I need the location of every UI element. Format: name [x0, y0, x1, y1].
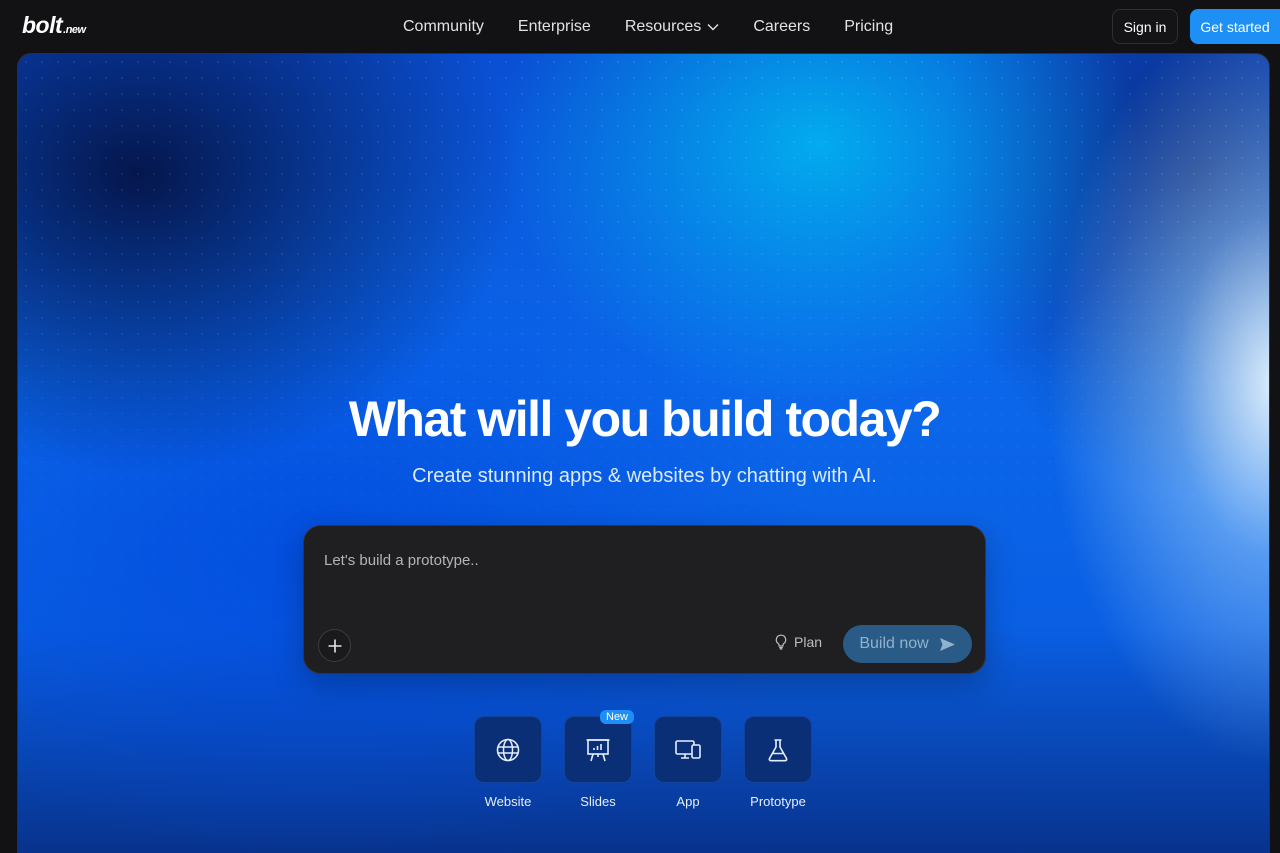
hero-section: What will you build today? Create stunni…: [17, 53, 1270, 853]
globe-icon: [496, 738, 520, 761]
send-arrow-icon: [939, 637, 955, 651]
hero-title: What will you build today?: [348, 391, 942, 447]
tile-slides[interactable]: New Slides: [564, 710, 635, 809]
nav-links: Community Enterprise Resources Careers P…: [403, 0, 927, 53]
nav-careers-label: Careers: [753, 17, 811, 35]
tile-prototype[interactable]: Prototype: [744, 716, 812, 809]
tile-prototype-label: Prototype: [750, 794, 806, 809]
prompt-box: Plan Build now: [303, 525, 986, 674]
bolt-logo[interactable]: bolt .new: [22, 12, 86, 39]
nav-pricing[interactable]: Pricing: [844, 18, 893, 36]
nav-resources[interactable]: Resources: [625, 18, 719, 36]
nav-pricing-label: Pricing: [844, 17, 894, 35]
plan-label: Plan: [794, 634, 823, 650]
add-attachment-button[interactable]: [318, 629, 351, 662]
template-tiles: Website New Slides App Prototype: [474, 710, 834, 809]
tile-app[interactable]: App: [654, 716, 722, 809]
presentation-icon: [586, 738, 610, 761]
tile-prototype-box[interactable]: [744, 716, 812, 783]
nav-careers[interactable]: Careers: [753, 18, 810, 36]
tile-app-box[interactable]: [654, 716, 722, 783]
hero-subtitle: Create stunning apps & websites by chatt…: [412, 465, 877, 487]
prompt-input[interactable]: [324, 548, 964, 572]
build-now-label: Build now: [859, 635, 929, 652]
tile-website[interactable]: Website: [474, 716, 542, 809]
nav-community[interactable]: Community: [403, 18, 484, 36]
plus-icon: [328, 639, 341, 652]
nav-community-label: Community: [403, 17, 484, 35]
lightbulb-icon: [775, 634, 787, 650]
logo-text: bolt: [22, 12, 63, 38]
tile-slides-label: Slides: [580, 794, 616, 809]
tile-website-box[interactable]: [474, 716, 542, 783]
logo-suffix: .new: [63, 24, 86, 36]
build-now-button[interactable]: Build now: [843, 625, 972, 663]
tile-app-label: App: [676, 794, 700, 809]
top-nav: bolt .new Community Enterprise Resources…: [0, 0, 1280, 53]
nav-enterprise[interactable]: Enterprise: [518, 18, 591, 36]
devices-icon: [675, 739, 701, 759]
nav-resources-label: Resources: [624, 17, 702, 35]
new-badge: New: [600, 710, 635, 724]
sign-in-button[interactable]: Sign in: [1112, 9, 1178, 44]
get-started-button[interactable]: Get started: [1190, 9, 1280, 44]
chevron-down-icon: [707, 23, 719, 30]
tile-website-label: Website: [484, 794, 532, 809]
tile-slides-box[interactable]: [564, 716, 632, 783]
flask-icon: [768, 738, 788, 761]
nav-enterprise-label: Enterprise: [517, 17, 591, 35]
plan-button[interactable]: Plan: [774, 634, 822, 650]
